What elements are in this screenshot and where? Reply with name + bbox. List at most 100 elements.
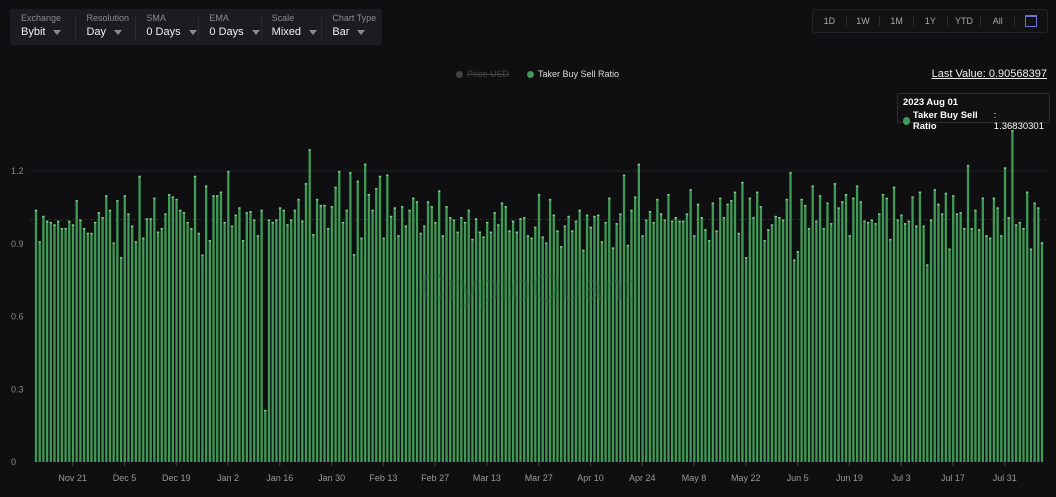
bar[interactable] bbox=[707, 240, 711, 462]
bar[interactable] bbox=[796, 251, 800, 462]
bar[interactable] bbox=[371, 209, 374, 462]
bar[interactable] bbox=[282, 209, 285, 462]
bar[interactable] bbox=[619, 213, 622, 462]
bar[interactable] bbox=[711, 202, 714, 462]
bar[interactable] bbox=[833, 183, 837, 462]
bar[interactable] bbox=[171, 196, 174, 462]
bar[interactable] bbox=[127, 213, 130, 462]
bar[interactable] bbox=[670, 220, 674, 462]
bar[interactable] bbox=[423, 225, 426, 462]
bar[interactable] bbox=[264, 409, 267, 462]
bar[interactable] bbox=[696, 203, 700, 463]
bar[interactable] bbox=[963, 227, 966, 462]
bar[interactable] bbox=[567, 215, 570, 462]
bar[interactable] bbox=[563, 225, 567, 462]
bar[interactable] bbox=[500, 202, 504, 462]
bar[interactable] bbox=[556, 230, 559, 462]
bar[interactable] bbox=[82, 227, 86, 462]
bar[interactable] bbox=[437, 190, 441, 462]
bar[interactable] bbox=[334, 186, 337, 462]
bar[interactable] bbox=[648, 211, 652, 462]
bar[interactable] bbox=[940, 213, 944, 462]
bar[interactable] bbox=[504, 206, 507, 462]
bar[interactable] bbox=[867, 221, 870, 462]
bar[interactable] bbox=[926, 264, 929, 462]
bar[interactable] bbox=[896, 219, 899, 463]
bar[interactable] bbox=[97, 212, 101, 462]
bar[interactable] bbox=[382, 237, 385, 462]
bar[interactable] bbox=[933, 189, 936, 462]
bar[interactable] bbox=[153, 197, 156, 463]
bar[interactable] bbox=[604, 221, 607, 462]
bar[interactable] bbox=[123, 195, 126, 462]
bar[interactable] bbox=[985, 235, 988, 462]
bar[interactable] bbox=[1011, 130, 1014, 462]
bar[interactable] bbox=[855, 185, 859, 463]
bar[interactable] bbox=[811, 185, 814, 463]
bar[interactable] bbox=[733, 191, 737, 463]
bar[interactable] bbox=[974, 209, 977, 462]
bar[interactable] bbox=[49, 221, 52, 462]
bar[interactable] bbox=[341, 221, 345, 462]
bar[interactable] bbox=[38, 241, 41, 462]
bar[interactable] bbox=[286, 224, 289, 462]
bar[interactable] bbox=[859, 201, 862, 462]
bar[interactable] bbox=[944, 192, 947, 462]
bar[interactable] bbox=[852, 197, 855, 463]
bar[interactable] bbox=[179, 209, 182, 462]
bar[interactable] bbox=[830, 223, 833, 462]
bar[interactable] bbox=[874, 223, 877, 462]
bar[interactable] bbox=[90, 232, 93, 462]
bar[interactable] bbox=[75, 200, 78, 462]
bar[interactable] bbox=[730, 200, 733, 462]
bar[interactable] bbox=[641, 235, 644, 462]
bar[interactable] bbox=[267, 219, 271, 463]
bar[interactable] bbox=[275, 219, 278, 463]
bar[interactable] bbox=[704, 229, 707, 462]
bar[interactable] bbox=[763, 240, 766, 462]
bar[interactable] bbox=[426, 201, 430, 462]
bar[interactable] bbox=[149, 218, 152, 462]
bar[interactable] bbox=[253, 219, 256, 463]
bar[interactable] bbox=[918, 191, 922, 463]
bar[interactable] bbox=[667, 194, 670, 462]
bar[interactable] bbox=[693, 235, 696, 462]
bar[interactable] bbox=[349, 172, 352, 462]
bar[interactable] bbox=[1014, 224, 1018, 462]
bar[interactable] bbox=[460, 217, 463, 462]
bar[interactable] bbox=[870, 219, 874, 463]
bar[interactable] bbox=[219, 191, 223, 463]
bar[interactable] bbox=[977, 229, 981, 462]
bar[interactable] bbox=[486, 221, 489, 462]
bar[interactable] bbox=[756, 191, 759, 463]
bar[interactable] bbox=[452, 219, 456, 463]
bar[interactable] bbox=[744, 257, 748, 462]
bar[interactable] bbox=[186, 221, 189, 462]
bar[interactable] bbox=[622, 174, 626, 462]
bar[interactable] bbox=[548, 198, 552, 462]
bar[interactable] bbox=[637, 163, 641, 462]
bar[interactable] bbox=[164, 213, 167, 462]
bar[interactable] bbox=[881, 194, 885, 462]
bar[interactable] bbox=[449, 217, 452, 462]
bar[interactable] bbox=[937, 203, 940, 463]
bar[interactable] bbox=[245, 212, 248, 462]
bar[interactable] bbox=[1018, 221, 1021, 462]
bar[interactable] bbox=[822, 227, 825, 462]
bar[interactable] bbox=[911, 196, 914, 462]
bar[interactable] bbox=[142, 237, 145, 462]
bar[interactable] bbox=[227, 171, 230, 462]
bar[interactable] bbox=[160, 227, 163, 462]
bar[interactable] bbox=[630, 209, 633, 462]
bar[interactable] bbox=[256, 235, 260, 462]
bar[interactable] bbox=[386, 174, 389, 462]
bar[interactable] bbox=[922, 225, 925, 462]
bar[interactable] bbox=[1037, 207, 1040, 462]
bar[interactable] bbox=[271, 221, 274, 462]
bar[interactable] bbox=[685, 213, 689, 462]
bar[interactable] bbox=[885, 197, 888, 463]
bar[interactable] bbox=[952, 195, 955, 462]
bar[interactable] bbox=[53, 224, 56, 462]
bar[interactable] bbox=[223, 221, 226, 462]
bar[interactable] bbox=[367, 194, 371, 462]
